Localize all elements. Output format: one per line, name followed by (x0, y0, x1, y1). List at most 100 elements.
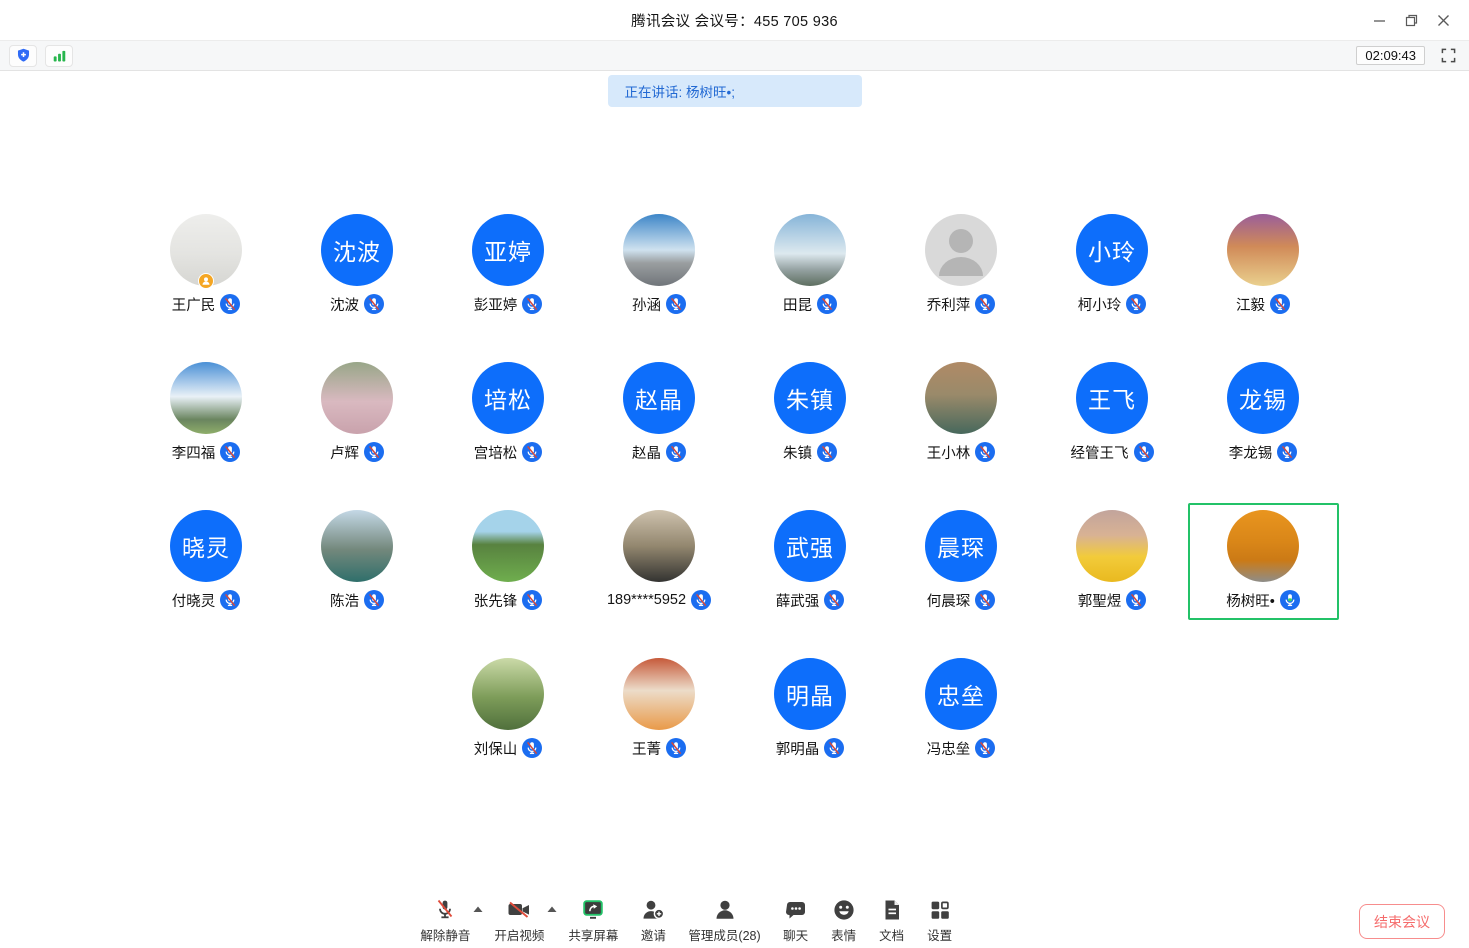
mic-muted-icon (824, 738, 844, 758)
toolbar-chat-button[interactable]: 聊天 (772, 897, 820, 944)
participant-tile[interactable]: 乔利萍 (886, 207, 1037, 324)
titlebar: 腾讯会议 会议号：455 705 936 (0, 0, 1469, 40)
chevron-up-icon (547, 906, 557, 913)
participant-tile[interactable]: 小玲柯小玲 (1037, 207, 1188, 324)
toolbar-start-video-expand-arrow[interactable] (547, 900, 557, 918)
participant-tile[interactable]: 忠垒冯忠垒 (886, 651, 1037, 768)
status-bar-left (9, 45, 81, 67)
main-area: 正在讲话: 杨树旺•; 王广民 沈波沈波 亚婷彭亚婷 孙涵 田昆 (0, 72, 1469, 892)
participant-name-row: 189****5952 (607, 589, 711, 611)
participant-tile[interactable]: 晓灵付晓灵 (131, 503, 282, 620)
participant-row: 王广民 沈波沈波 亚婷彭亚婷 孙涵 田昆 (0, 207, 1469, 324)
minimize-icon (1373, 14, 1386, 27)
toolbar-emoji-label: 表情 (831, 925, 856, 944)
mic-muted-icon (1277, 442, 1297, 462)
participant-tile[interactable]: 卢辉 (282, 355, 433, 472)
mic-muted-icon (975, 294, 995, 314)
participant-tile[interactable]: 杨树旺• (1188, 503, 1339, 620)
participant-tile[interactable]: 江毅 (1188, 207, 1339, 324)
initials-avatar: 朱镇 (774, 362, 846, 434)
participant-tile[interactable]: 龙锡李龙锡 (1188, 355, 1339, 472)
participant-tile[interactable]: 张先锋 (433, 503, 584, 620)
participant-name: 柯小玲 (1078, 294, 1122, 315)
emoji-icon (831, 897, 857, 923)
mic-muted-icon (975, 590, 995, 610)
photo-avatar (472, 658, 544, 730)
initials-avatar: 亚婷 (472, 214, 544, 286)
mic-muted-icon (666, 738, 686, 758)
toolbar-manage-members-label: 管理成员(28) (688, 925, 760, 944)
photo-avatar (623, 214, 695, 286)
share-screen-icon (580, 897, 606, 923)
participant-tile[interactable]: 陈浩 (282, 503, 433, 620)
participant-name-row: 杨树旺• (1226, 589, 1300, 611)
participant-name: 李四福 (172, 442, 216, 463)
avatar (1076, 510, 1148, 582)
close-button[interactable] (1427, 0, 1459, 40)
participant-tile[interactable]: 沈波沈波 (282, 207, 433, 324)
participant-name: 王小林 (927, 442, 971, 463)
participant-tile[interactable]: 亚婷彭亚婷 (433, 207, 584, 324)
network-quality-button[interactable] (45, 45, 73, 67)
participant-name-row: 王菁 (632, 737, 686, 759)
toolbar-start-video-button[interactable]: 开启视频 (483, 897, 555, 944)
participant-tile[interactable]: 王飞经管王飞 (1037, 355, 1188, 472)
mic-muted-icon (522, 442, 542, 462)
toolbar-emoji-button[interactable]: 表情 (820, 897, 868, 944)
participant-tile[interactable]: 朱镇朱镇 (735, 355, 886, 472)
initials-avatar: 明晶 (774, 658, 846, 730)
toolbar-unmute-expand-arrow[interactable] (473, 900, 483, 918)
participant-tile[interactable]: 王菁 (584, 651, 735, 768)
participant-row: 晓灵付晓灵 陈浩 张先锋 189****5952 武强薛武强 (0, 503, 1469, 620)
initials-avatar: 龙锡 (1227, 362, 1299, 434)
participant-name-row: 陈浩 (330, 589, 384, 611)
participant-name-row: 张先锋 (474, 589, 543, 611)
participant-tile[interactable]: 王小林 (886, 355, 1037, 472)
toolbar-invite-button[interactable]: 邀请 (629, 897, 677, 944)
minimize-button[interactable] (1363, 0, 1395, 40)
participant-tile[interactable]: 明晶郭明晶 (735, 651, 886, 768)
toolbar-unmute-button[interactable]: 解除静音 (409, 897, 481, 944)
mic-muted-icon (220, 294, 240, 314)
initials-avatar: 沈波 (321, 214, 393, 286)
toolbar-docs-button[interactable]: 文档 (868, 897, 916, 944)
participant-tile[interactable]: 田昆 (735, 207, 886, 324)
participant-name: 赵晶 (632, 442, 661, 463)
default-avatar (925, 214, 997, 286)
safety-shield-button[interactable] (9, 45, 37, 67)
participant-name: 薛武强 (776, 590, 820, 611)
initials-avatar: 小玲 (1076, 214, 1148, 286)
mic-muted-icon (666, 442, 686, 462)
participant-tile[interactable]: 王广民 (131, 207, 282, 324)
participant-tile[interactable]: 孙涵 (584, 207, 735, 324)
participant-tile[interactable]: 武强薛武强 (735, 503, 886, 620)
participant-row: 刘保山 王菁 明晶郭明晶 忠垒冯忠垒 (0, 651, 1469, 768)
restore-button[interactable] (1395, 0, 1427, 40)
participant-tile[interactable]: 刘保山 (433, 651, 584, 768)
participant-tile[interactable]: 赵晶赵晶 (584, 355, 735, 472)
fullscreen-button[interactable] (1441, 48, 1456, 63)
toolbar-share-screen-button[interactable]: 共享屏幕 (557, 897, 629, 944)
participant-tile[interactable]: 晨琛何晨琛 (886, 503, 1037, 620)
participant-name: 王广民 (172, 294, 216, 315)
avatar: 赵晶 (623, 362, 695, 434)
meeting-title: 腾讯会议 会议号：455 705 936 (631, 10, 838, 31)
shield-safety-icon (15, 47, 32, 64)
end-meeting-button[interactable]: 结束会议 (1359, 904, 1445, 939)
toolbar-settings-button[interactable]: 设置 (916, 897, 964, 944)
participant-grid: 王广民 沈波沈波 亚婷彭亚婷 孙涵 田昆 (0, 207, 1469, 768)
participant-name: 何晨琛 (927, 590, 971, 611)
participant-name-row: 孙涵 (632, 293, 686, 315)
participant-tile[interactable]: 189****5952 (584, 503, 735, 620)
avatar (623, 510, 695, 582)
mic-muted-icon (1134, 442, 1154, 462)
bottom-toolbar: 解除静音开启视频共享屏幕邀请管理成员(28) 聊天表情文档设置 结束会议 (0, 892, 1469, 948)
mic-muted-icon (220, 442, 240, 462)
participant-tile[interactable]: 郭聖煜 (1037, 503, 1188, 620)
participant-tile[interactable]: 李四福 (131, 355, 282, 472)
toolbar-manage-members-button[interactable]: 管理成员(28) (677, 897, 771, 944)
participant-tile[interactable]: 培松宫培松 (433, 355, 584, 472)
avatar (472, 510, 544, 582)
participant-name-row: 冯忠垒 (927, 737, 996, 759)
photo-avatar (321, 362, 393, 434)
